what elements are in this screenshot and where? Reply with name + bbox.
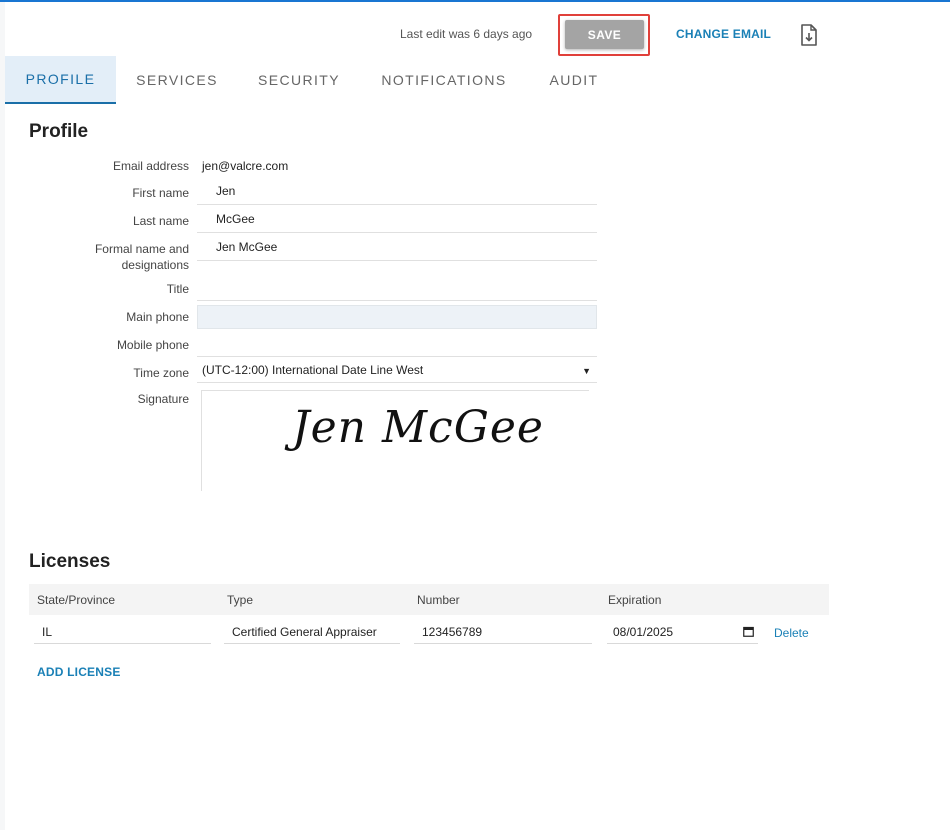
mobile-phone-label: Mobile phone bbox=[116, 338, 189, 352]
title-label: Title bbox=[166, 282, 189, 296]
email-label: Email address bbox=[112, 159, 189, 173]
add-license-button[interactable]: ADD LICENSE bbox=[37, 665, 121, 679]
formal-name-label: Formal name and designations bbox=[94, 242, 189, 272]
column-header-expiration: Expiration bbox=[608, 593, 662, 607]
license-expiration-value: 08/01/2025 bbox=[613, 624, 674, 639]
first-name-field[interactable]: Jen bbox=[197, 177, 597, 205]
title-field[interactable] bbox=[197, 273, 597, 301]
column-header-number: Number bbox=[417, 593, 460, 607]
column-header-state: State/Province bbox=[37, 593, 116, 607]
time-zone-value: (UTC-12:00) International Date Line West bbox=[202, 363, 424, 377]
delete-license-link[interactable]: Delete bbox=[774, 626, 809, 640]
formal-name-field[interactable]: Jen McGee bbox=[197, 233, 597, 261]
tab-audit[interactable]: AUDIT bbox=[528, 56, 620, 104]
dropdown-arrow-icon: ▼ bbox=[582, 366, 591, 376]
signature-label: Signature bbox=[137, 392, 189, 406]
tab-notifications[interactable]: NOTIFICATIONS bbox=[360, 56, 528, 104]
main-phone-field[interactable] bbox=[197, 305, 597, 329]
profile-heading: Profile bbox=[29, 121, 89, 142]
last-name-label: Last name bbox=[132, 214, 189, 228]
license-state-input[interactable]: IL bbox=[34, 620, 211, 644]
tab-profile[interactable]: PROFILE bbox=[5, 56, 116, 104]
licenses-table-header: State/Province Type Number Expiration bbox=[29, 584, 829, 615]
first-name-label: First name bbox=[132, 186, 189, 200]
last-name-field[interactable]: McGee bbox=[197, 205, 597, 233]
left-edge bbox=[0, 2, 5, 830]
time-zone-label: Time zone bbox=[133, 366, 189, 380]
license-type-input[interactable]: Certified General Appraiser bbox=[224, 620, 400, 644]
calendar-icon[interactable] bbox=[743, 626, 754, 637]
license-number-input[interactable]: 123456789 bbox=[414, 620, 592, 644]
tab-services[interactable]: SERVICES bbox=[116, 56, 238, 104]
top-accent-line bbox=[0, 0, 950, 2]
tab-security[interactable]: SECURITY bbox=[238, 56, 360, 104]
license-expiration-input[interactable]: 08/01/2025 bbox=[607, 620, 758, 644]
column-header-type: Type bbox=[227, 593, 254, 607]
time-zone-select[interactable]: (UTC-12:00) International Date Line West… bbox=[197, 358, 597, 383]
last-edit-text: Last edit was 6 days ago bbox=[400, 27, 533, 41]
licenses-heading: Licenses bbox=[29, 551, 111, 572]
file-download-icon[interactable] bbox=[799, 24, 819, 46]
change-email-button[interactable]: CHANGE EMAIL bbox=[676, 27, 771, 41]
mobile-phone-field[interactable] bbox=[197, 329, 597, 357]
signature-image: Jen McGee bbox=[292, 402, 544, 453]
tab-bar: PROFILE SERVICES SECURITY NOTIFICATIONS … bbox=[5, 56, 620, 104]
main-phone-label: Main phone bbox=[126, 310, 189, 324]
save-button[interactable]: SAVE bbox=[565, 20, 644, 49]
email-value: jen@valcre.com bbox=[202, 159, 289, 173]
